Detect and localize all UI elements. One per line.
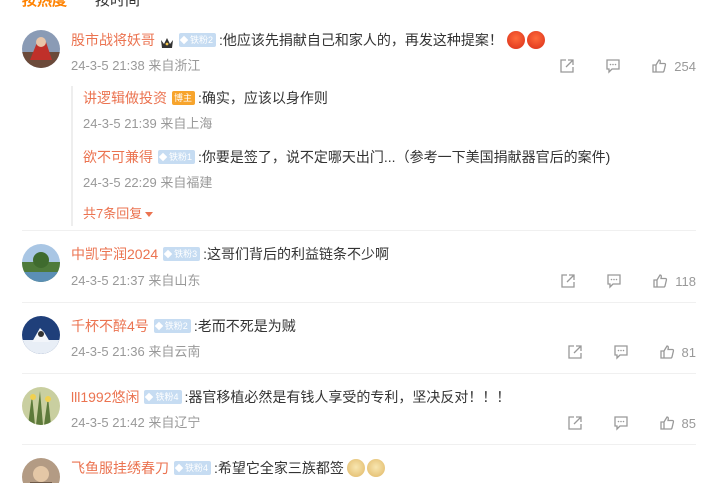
username-link[interactable]: 欲不可兼得 — [83, 147, 153, 167]
fan-badge[interactable]: 铁粉4 — [144, 390, 182, 404]
avatar[interactable] — [22, 244, 60, 282]
fan-badge[interactable]: 铁粉1 — [158, 150, 196, 164]
diamond-icon — [145, 392, 154, 402]
fan-badge[interactable]: 铁粉2 — [179, 33, 217, 47]
like-icon[interactable] — [650, 57, 668, 75]
reply-text: :确实，应该以身作则 — [198, 90, 328, 106]
like-count: 85 — [681, 415, 696, 431]
diamond-icon — [158, 152, 168, 162]
doge-icon — [346, 459, 365, 477]
like-icon[interactable] — [658, 414, 676, 432]
angry-face-icon — [526, 31, 545, 49]
comment-text: :希望它全家三族都签 — [214, 460, 344, 476]
username-link[interactable]: 讲逻辑做投资 — [83, 88, 167, 108]
badge-label: 铁粉4 — [155, 392, 179, 402]
more-replies-link[interactable]: 共7条回复 — [83, 205, 154, 223]
caret-down-icon — [145, 211, 154, 217]
comment-text: :这哥们背后的利益链条不少啊 — [203, 246, 390, 262]
comment-line: 股市战将妖哥 铁粉2 :他应该先捐献自己和家人的，再发这种提案！ — [71, 30, 545, 50]
comment-text: :器官移植必然是有钱人享受的专利，坚决反对！！！ — [184, 389, 511, 405]
tab-hot[interactable]: 按热度 — [22, 0, 67, 12]
fan-badge[interactable]: 铁粉3 — [163, 247, 201, 261]
like-count: 254 — [674, 58, 696, 74]
username-link[interactable]: 飞鱼服挂绣春刀 — [71, 458, 169, 478]
tab-time[interactable]: 按时间 — [95, 0, 140, 12]
comment-icon[interactable] — [612, 414, 630, 432]
comment-line: 中凯宇润2024 铁粉3 :这哥们背后的利益链条不少啊 — [71, 244, 389, 264]
avatar[interactable] — [22, 387, 60, 425]
badge-label: 铁粉4 — [185, 463, 209, 473]
like-count: 118 — [675, 273, 696, 289]
avatar[interactable] — [22, 458, 60, 483]
more-replies-label: 共7条回复 — [83, 206, 143, 221]
avatar[interactable] — [22, 30, 60, 68]
badge-label: 铁粉1 — [169, 152, 193, 162]
sort-tabs: 按热度 按时间 — [22, 0, 140, 12]
like-icon[interactable] — [651, 272, 669, 290]
badge-label: 铁粉3 — [174, 249, 198, 259]
angry-face-icon — [506, 31, 525, 49]
diamond-icon — [163, 249, 173, 259]
diamond-icon — [174, 463, 184, 473]
comment-actions: 85 — [538, 414, 696, 432]
comment-icon[interactable] — [605, 272, 623, 290]
comment-meta: 24-3-5 21:38 来自浙江 — [71, 58, 201, 73]
reply-line: 欲不可兼得 铁粉1 :你要是签了，说不定哪天出门...（参考一下美国捐献器官后的… — [83, 147, 610, 167]
reply-list: 讲逻辑做投资 博主 :确实，应该以身作则 24-3-5 21:39 来自上海 欲… — [71, 86, 631, 226]
like-icon[interactable] — [658, 343, 676, 361]
share-icon[interactable] — [559, 272, 577, 290]
comment-meta: 24-3-5 21:37 来自山东 — [71, 273, 201, 288]
badge-label: 铁粉2 — [164, 321, 188, 331]
username-link[interactable]: 千杯不醉4号 — [71, 316, 149, 336]
blogger-badge: 博主 — [172, 91, 196, 105]
avatar[interactable] — [22, 316, 60, 354]
divider — [22, 230, 696, 231]
diamond-icon — [179, 35, 189, 45]
comment-actions: 254 — [530, 57, 696, 75]
divider — [22, 302, 696, 303]
comment-line: 千杯不醉4号 铁粉2 :老而不死是为贼 — [71, 316, 296, 336]
share-icon[interactable] — [558, 57, 576, 75]
comment-actions: 118 — [531, 272, 696, 290]
comment-text: :老而不死是为贼 — [193, 318, 296, 334]
share-icon[interactable] — [566, 343, 584, 361]
like-count: 81 — [681, 344, 696, 360]
comment-line: lll1992悠闲 铁粉4 :器官移植必然是有钱人享受的专利，坚决反对！！！ — [71, 387, 510, 407]
divider — [22, 373, 696, 374]
comment-actions: 81 — [538, 343, 696, 361]
username-link[interactable]: 中凯宇润2024 — [71, 244, 158, 264]
comment-icon[interactable] — [612, 343, 630, 361]
fan-badge[interactable]: 铁粉2 — [153, 319, 191, 333]
comment-icon[interactable] — [604, 57, 622, 75]
comment-text: :他应该先捐献自己和家人的，再发这种提案！ — [219, 32, 503, 48]
doge-icon — [366, 459, 385, 477]
fan-badge[interactable]: 铁粉4 — [174, 461, 212, 475]
comment-line: 飞鱼服挂绣春刀 铁粉4 :希望它全家三族都签 — [71, 458, 385, 478]
share-icon[interactable] — [566, 414, 584, 432]
comment-meta: 24-3-5 21:36 来自云南 — [71, 344, 201, 359]
reply-meta: 24-3-5 21:39 来自上海 — [83, 116, 213, 131]
divider — [22, 444, 696, 445]
comment-meta: 24-3-5 21:42 来自辽宁 — [71, 415, 201, 430]
reply-line: 讲逻辑做投资 博主 :确实，应该以身作则 — [83, 88, 328, 108]
diamond-icon — [154, 321, 164, 331]
crown-icon — [160, 34, 174, 48]
badge-label: 铁粉2 — [190, 35, 214, 45]
username-link[interactable]: 股市战将妖哥 — [71, 30, 155, 50]
reply-meta: 24-3-5 22:29 来自福建 — [83, 175, 213, 190]
reply-text: :你要是签了，说不定哪天出门...（参考一下美国捐献器官后的案件) — [198, 149, 611, 165]
username-link[interactable]: lll1992悠闲 — [71, 387, 139, 407]
